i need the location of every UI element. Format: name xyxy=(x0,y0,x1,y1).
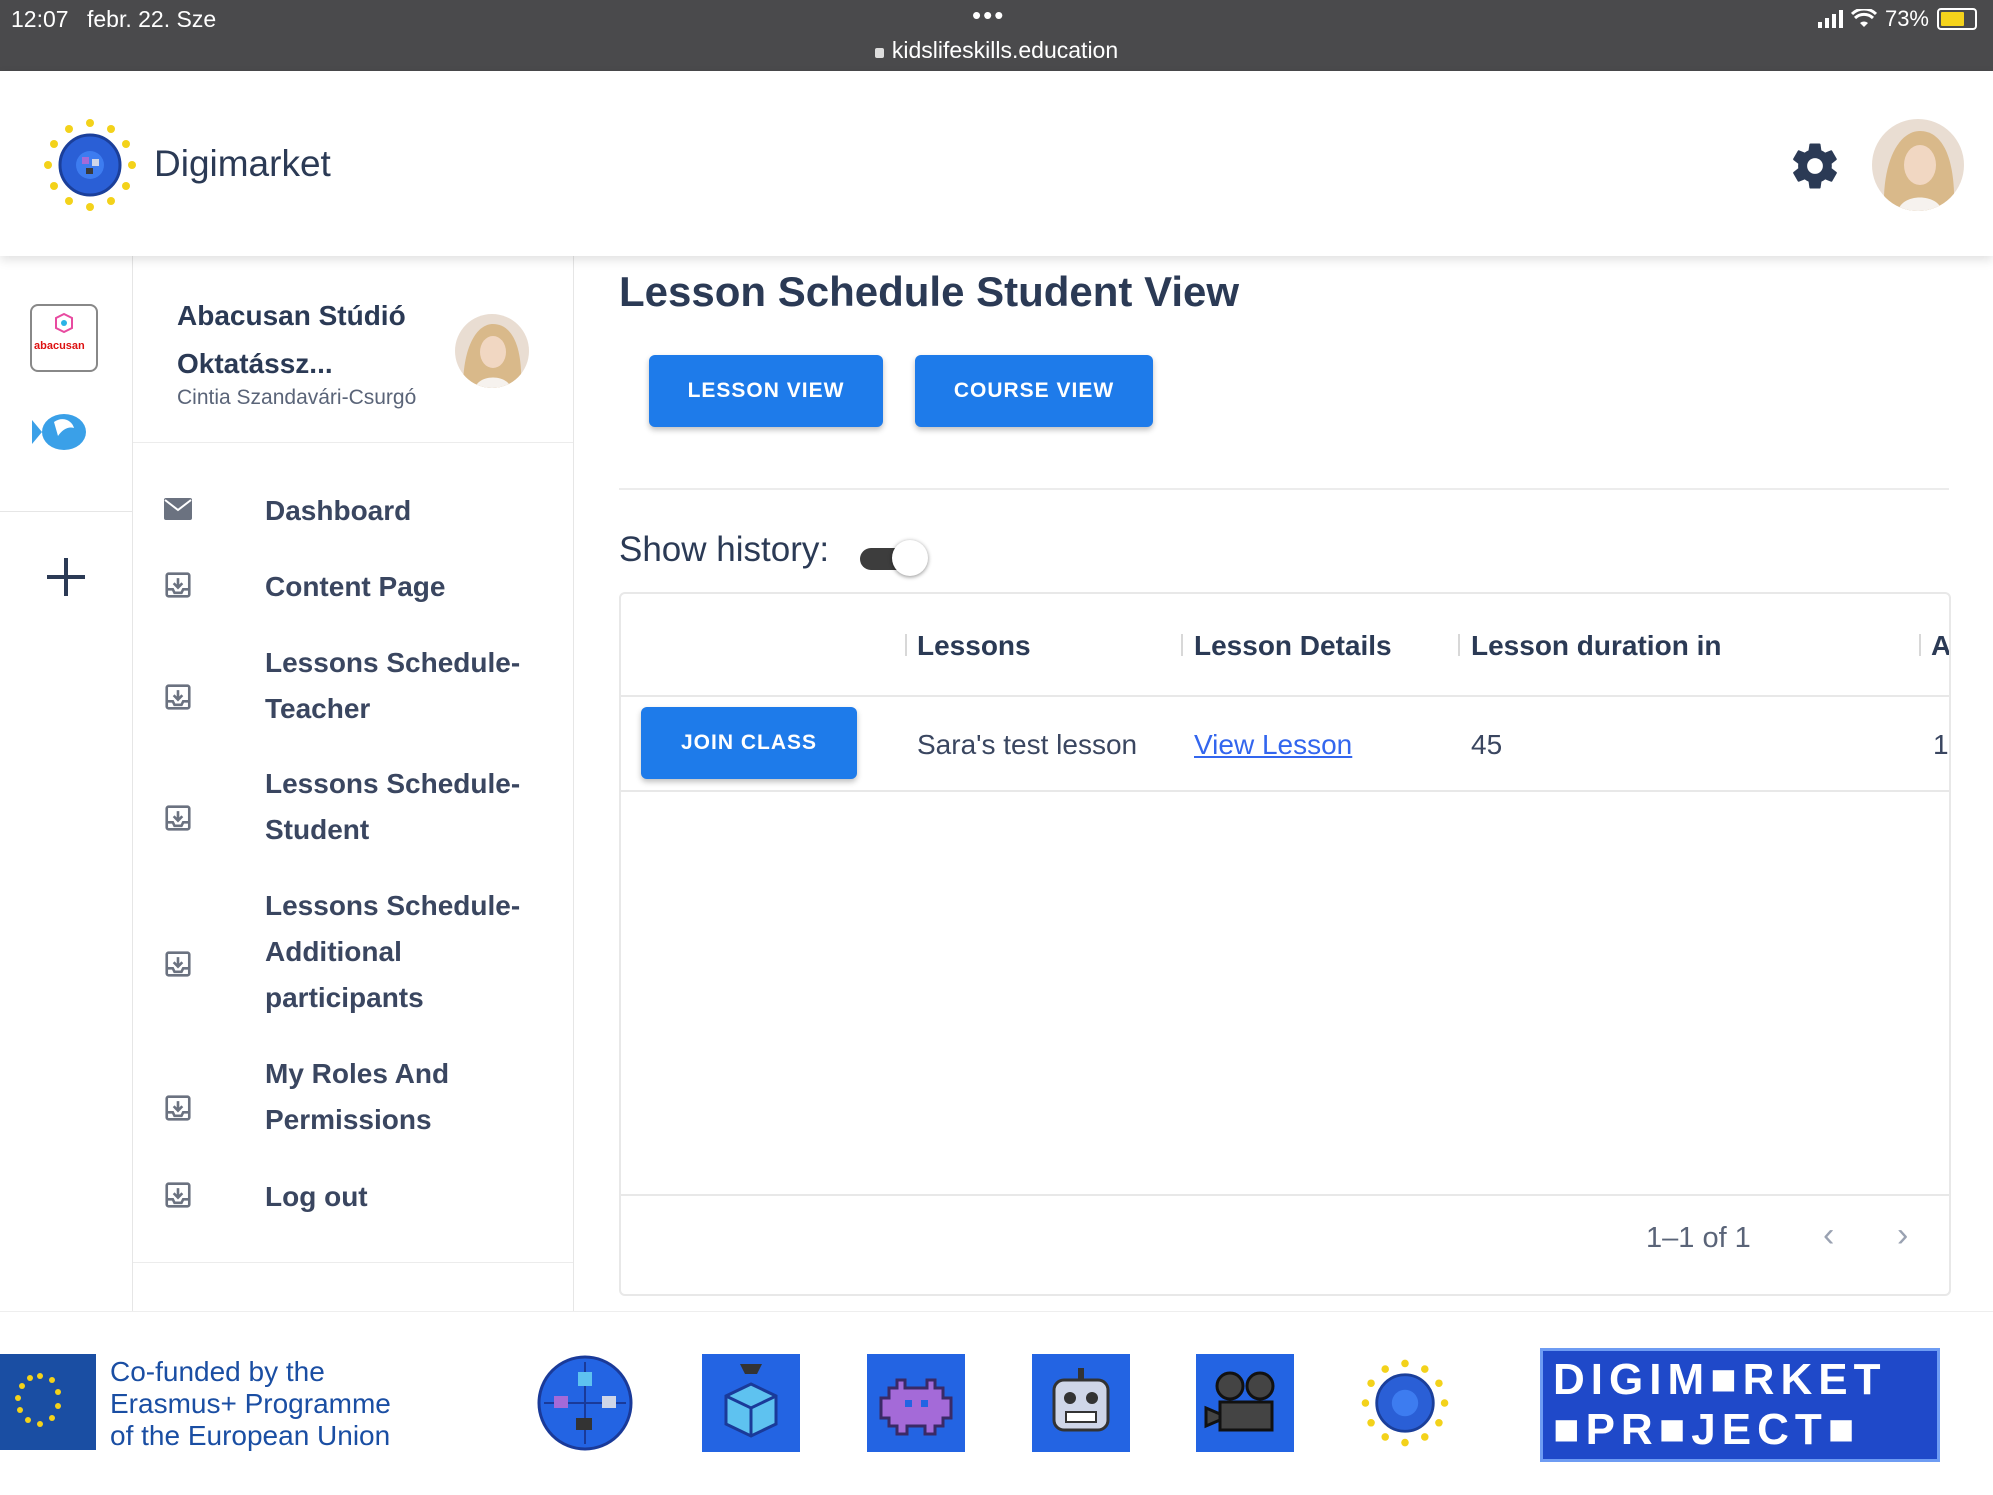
lesson-name-cell: Sara's test lesson xyxy=(917,729,1138,760)
3d-printer-icon[interactable] xyxy=(702,1354,800,1452)
digimarket-logo[interactable] xyxy=(38,113,142,217)
extra-cell: 1 xyxy=(1933,729,1949,760)
lessons-table: Lessons Lesson Details Lesson duration i… xyxy=(619,592,1951,1296)
eu-flag-icon xyxy=(0,1354,96,1450)
rail-divider xyxy=(0,511,132,512)
org-user-name: Cintia Szandavári-Csurgó xyxy=(177,386,417,409)
footer-divider xyxy=(621,1194,1949,1196)
column-header-lesson-duration[interactable]: Lesson duration in xyxy=(1471,630,1721,662)
org-name: Abacusan Stúdió Oktatássz... xyxy=(177,300,406,379)
column-header-a[interactable]: A xyxy=(1931,630,1949,662)
column-header-lessons[interactable]: Lessons xyxy=(917,630,1031,662)
url-text: kidslifeskills.education xyxy=(891,37,1119,63)
sidebar-item-label: Lessons Schedule-Teacher xyxy=(265,647,521,724)
digimarket-project-banner[interactable]: DIGIM■RKET ■PR■JECT■ xyxy=(1540,1348,1940,1462)
pagination-range: 1–1 of 1 xyxy=(1646,1222,1751,1254)
status-bar: 12:07 febr. 22. Sze ••• kidslifeskills.e… xyxy=(0,0,1993,71)
sidebar-item-label: Lessons Schedule-Additional participants xyxy=(265,890,521,1013)
signal-icon xyxy=(1817,10,1843,28)
fish-org-icon[interactable] xyxy=(32,406,92,458)
column-header-lesson-details[interactable]: Lesson Details xyxy=(1194,630,1392,662)
eu-cofunded-text: Co-funded by the Erasmus+ Programme of t… xyxy=(110,1356,391,1452)
brand-name[interactable]: Digimarket xyxy=(154,143,331,185)
toggle-knob xyxy=(892,540,928,576)
sidebar-item-label: My Roles And Permissions xyxy=(265,1058,450,1135)
column-separator xyxy=(1919,634,1921,656)
inbox-download-icon xyxy=(165,684,191,710)
browser-menu-dots[interactable]: ••• xyxy=(972,0,1005,31)
sidebar-item-label: Log out xyxy=(265,1181,368,1212)
org-user-avatar[interactable] xyxy=(455,314,529,388)
eu-text-line: of the European Union xyxy=(110,1420,391,1451)
eu-text-line: Erasmus+ Programme xyxy=(110,1388,391,1419)
address-bar[interactable]: kidslifeskills.education xyxy=(0,37,1993,64)
chevron-right-icon[interactable]: › xyxy=(1897,1216,1908,1255)
chevron-left-icon[interactable]: ‹ xyxy=(1823,1216,1834,1255)
section-divider xyxy=(619,488,1949,490)
column-separator xyxy=(905,634,907,656)
space-invader-icon[interactable] xyxy=(867,1354,965,1452)
abacusan-org-label: abacusan xyxy=(34,340,85,352)
film-camera-icon[interactable] xyxy=(1196,1354,1294,1452)
app-header: Digimarket xyxy=(0,71,1993,256)
wifi-icon xyxy=(1850,9,1877,27)
abacusan-org-icon[interactable]: abacusan xyxy=(30,304,98,372)
sidebar-divider xyxy=(133,442,573,443)
sidebar-item-label: Lessons Schedule-Student xyxy=(265,768,521,845)
gear-icon[interactable] xyxy=(1788,139,1842,193)
inbox-download-icon xyxy=(165,1095,191,1121)
course-view-button[interactable]: COURSE VIEW xyxy=(915,355,1153,427)
join-class-button[interactable]: JOIN CLASS xyxy=(641,707,857,779)
show-history-toggle[interactable] xyxy=(860,540,928,576)
row-divider xyxy=(621,790,1949,792)
inbox-download-icon xyxy=(165,805,191,831)
mail-icon xyxy=(164,498,192,520)
status-indicators: 73% xyxy=(1817,6,1977,32)
page-title: Lesson Schedule Student View xyxy=(619,268,1240,315)
status-date: febr. 22. Sze xyxy=(87,6,217,32)
sidebar-divider xyxy=(133,1262,573,1263)
column-separator xyxy=(1458,634,1460,656)
column-separator xyxy=(1181,634,1183,656)
lesson-duration-cell: 45 xyxy=(1471,729,1503,760)
battery-percent: 73% xyxy=(1884,6,1929,31)
sidebar-item-label: Dashboard xyxy=(265,495,412,526)
digimarket-star-logo-icon[interactable] xyxy=(1356,1354,1454,1452)
project-round-logo-icon[interactable] xyxy=(536,1354,634,1452)
robot-icon[interactable] xyxy=(1032,1354,1130,1452)
show-history-label: Show history: xyxy=(619,530,830,569)
battery-icon xyxy=(1937,8,1977,30)
inbox-download-icon xyxy=(165,1182,191,1208)
lock-icon xyxy=(874,48,884,58)
inbox-download-icon xyxy=(165,951,191,977)
org-rail: abacusan xyxy=(0,256,133,1311)
plus-icon[interactable] xyxy=(43,554,89,600)
eu-text-line: Co-funded by the xyxy=(110,1356,325,1387)
lesson-view-button[interactable]: LESSON VIEW xyxy=(649,355,883,427)
footer: Co-funded by the Erasmus+ Programme of t… xyxy=(0,1311,1993,1495)
status-time: 12:07 xyxy=(11,6,69,32)
banner-line: DIGIM■RKET xyxy=(1553,1355,1887,1404)
sidebar-item-label: Content Page xyxy=(265,571,446,602)
inbox-download-icon xyxy=(165,572,191,598)
sidebar: Abacusan Stúdió Oktatássz... Cintia Szan… xyxy=(133,256,574,1311)
view-lesson-link[interactable]: View Lesson xyxy=(1194,729,1352,761)
header-divider xyxy=(621,695,1949,697)
banner-line: ■PR■JECT■ xyxy=(1553,1405,1861,1454)
user-avatar[interactable] xyxy=(1872,119,1964,211)
